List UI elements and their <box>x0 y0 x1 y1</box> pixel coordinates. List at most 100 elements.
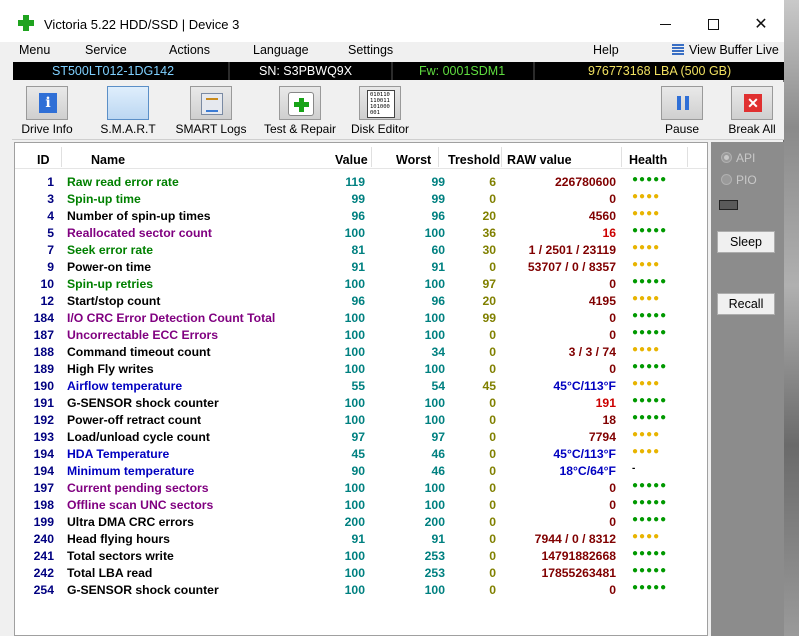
cell-raw: 1 / 2501 / 23119 <box>528 243 616 257</box>
cell-threshold: 0 <box>489 566 496 580</box>
cell-worst: 91 <box>431 260 445 274</box>
table-row[interactable]: 5 Reallocated sector count 100 100 36 16 ●●●●● <box>15 225 707 242</box>
test-repair-button[interactable]: Test & Repair <box>256 84 344 138</box>
cell-value: 99 <box>351 192 365 206</box>
smart-logs-label: SMART Logs <box>175 122 247 136</box>
info-separator <box>391 62 393 80</box>
table-row[interactable]: 1 Raw read error rate 119 99 6 226780600 ●●●●● <box>15 174 707 191</box>
table-row[interactable]: 254 G-SENSOR shock counter 100 100 0 0 ●●●●● <box>15 582 707 599</box>
cell-value: 100 <box>344 328 365 342</box>
cell-name: HDA Temperature <box>67 447 170 461</box>
cell-name: Raw read error rate <box>67 175 179 189</box>
table-row[interactable]: 197 Current pending sectors 100 100 0 0 ●●●●● <box>15 480 707 497</box>
table-row[interactable]: 198 Offline scan UNC sectors 100 100 0 0 ●●●●● <box>15 497 707 514</box>
cell-value: 100 <box>344 566 365 580</box>
cell-id: 9 <box>47 260 54 274</box>
view-buffer-label: View Buffer Live <box>689 43 779 57</box>
cell-worst: 91 <box>431 532 445 546</box>
table-row[interactable]: 193 Load/unload cycle count 97 97 0 7794 ●●●● <box>15 429 707 446</box>
cell-worst: 100 <box>424 396 445 410</box>
table-row[interactable]: 10 Spin-up retries 100 100 97 0 ●●●●● <box>15 276 707 293</box>
cell-id: 189 <box>33 362 54 376</box>
menu-item-actions[interactable]: Actions <box>169 43 210 57</box>
cell-threshold: 20 <box>482 294 496 308</box>
table-row[interactable]: 241 Total sectors write 100 253 0 14791882668… <box>15 548 707 565</box>
cell-value: 96 <box>351 209 365 223</box>
disk-editor-button[interactable]: 010110 110011 101000 001 Disk Editor <box>348 84 412 138</box>
drive-info-button[interactable]: i Drive Info <box>16 84 78 138</box>
cell-raw: 17855263481 <box>541 566 616 580</box>
cell-id: 242 <box>33 566 54 580</box>
pio-radio[interactable]: PIO <box>721 173 757 187</box>
stop-x-icon: ✕ <box>744 94 762 112</box>
menu-item-menu[interactable]: Menu <box>19 43 50 57</box>
cell-id: 5 <box>47 226 54 240</box>
cell-value: 97 <box>351 430 365 444</box>
cell-health: ●●●●● <box>632 480 668 491</box>
table-row[interactable]: 189 High Fly writes 100 100 0 0 ●●●●● <box>15 361 707 378</box>
minimize-button[interactable] <box>642 10 688 40</box>
cell-worst: 200 <box>424 515 445 529</box>
cell-worst: 54 <box>431 379 445 393</box>
cell-health: ●●●●● <box>632 412 668 423</box>
cell-worst: 46 <box>431 447 445 461</box>
cell-threshold: 6 <box>489 175 496 189</box>
table-row[interactable]: 199 Ultra DMA CRC errors 200 200 0 0 ●●●●● <box>15 514 707 531</box>
menu-item-settings[interactable]: Settings <box>348 43 393 57</box>
logs-icon <box>201 93 223 115</box>
cell-health: ●●●●● <box>632 582 668 593</box>
cell-name: I/O CRC Error Detection Count Total <box>67 311 276 325</box>
header-divider <box>501 147 502 167</box>
cell-value: 200 <box>344 515 365 529</box>
table-row[interactable]: 194 Minimum temperature 90 46 0 18°C/64°F - <box>15 463 707 480</box>
cell-threshold: 0 <box>489 192 496 206</box>
table-row[interactable]: 4 Number of spin-up times 96 96 20 4560 ●●●● <box>15 208 707 225</box>
break-all-button[interactable]: ✕ Break All <box>724 84 780 138</box>
table-row[interactable]: 194 HDA Temperature 45 46 0 45°C/113°F ●●●● <box>15 446 707 463</box>
table-row[interactable]: 184 I/O CRC Error Detection Count Total 10… <box>15 310 707 327</box>
list-icon <box>672 44 684 55</box>
sleep-button[interactable]: Sleep <box>717 231 775 253</box>
cell-name: Power-off retract count <box>67 413 202 427</box>
smart-button[interactable]: S.M.A.R.T <box>94 84 162 138</box>
cell-id: 199 <box>33 515 54 529</box>
window-title: Victoria 5.22 HDD/SSD | Device 3 <box>44 17 240 32</box>
table-row[interactable]: 187 Uncorrectable ECC Errors 100 100 0 0 ●●●●● <box>15 327 707 344</box>
view-buffer-live-button[interactable]: View Buffer Live <box>672 43 779 57</box>
smart-logs-button[interactable]: SMART Logs <box>172 84 250 138</box>
maximize-button[interactable] <box>690 10 736 40</box>
app-window: Victoria 5.22 HDD/SSD | Device 3 ✕ Menu … <box>0 0 784 636</box>
cell-name: Number of spin-up times <box>67 209 211 223</box>
pause-button[interactable]: Pause <box>660 84 704 138</box>
table-row[interactable]: 7 Seek error rate 81 60 30 1 / 2501 / 23119 ●●… <box>15 242 707 259</box>
table-row[interactable]: 191 G-SENSOR shock counter 100 100 0 191 ●●●●● <box>15 395 707 412</box>
cell-value: 91 <box>351 260 365 274</box>
table-row[interactable]: 9 Power-on time 91 91 0 53707 / 0 / 8357 ●●●● <box>15 259 707 276</box>
cell-id: 3 <box>47 192 54 206</box>
table-row[interactable]: 242 Total LBA read 100 253 0 17855263481 ●●●●● <box>15 565 707 582</box>
menu-item-language[interactable]: Language <box>253 43 309 57</box>
table-row[interactable]: 192 Power-off retract count 100 100 0 18 ●●●●● <box>15 412 707 429</box>
menu-item-service[interactable]: Service <box>85 43 127 57</box>
recall-button[interactable]: Recall <box>717 293 775 315</box>
cell-id: 197 <box>33 481 54 495</box>
cell-raw: 0 <box>609 498 616 512</box>
table-row[interactable]: 12 Start/stop count 96 96 20 4195 ●●●● <box>15 293 707 310</box>
table-row[interactable]: 188 Command timeout count 100 34 0 3 / 3 / 74… <box>15 344 707 361</box>
close-button[interactable]: ✕ <box>738 10 784 40</box>
cell-health: ●●●● <box>632 429 661 440</box>
cell-worst: 96 <box>431 294 445 308</box>
api-radio[interactable]: API <box>721 151 755 165</box>
cell-raw: 7794 <box>588 430 616 444</box>
table-row[interactable]: 3 Spin-up time 99 99 0 0 ●●●● <box>15 191 707 208</box>
cell-id: 12 <box>40 294 54 308</box>
cell-id: 10 <box>40 277 54 291</box>
table-row[interactable]: 190 Airflow temperature 55 54 45 45°C/113°F ●●… <box>15 378 707 395</box>
cell-value: 100 <box>344 549 365 563</box>
desktop-background <box>784 0 799 636</box>
menu-item-help[interactable]: Help <box>593 43 619 57</box>
cell-health: ●●●●● <box>632 565 668 576</box>
table-row[interactable]: 240 Head flying hours 91 91 0 7944 / 0 / 8312… <box>15 531 707 548</box>
cell-name: Minimum temperature <box>67 464 195 478</box>
app-cross-icon <box>18 15 34 31</box>
